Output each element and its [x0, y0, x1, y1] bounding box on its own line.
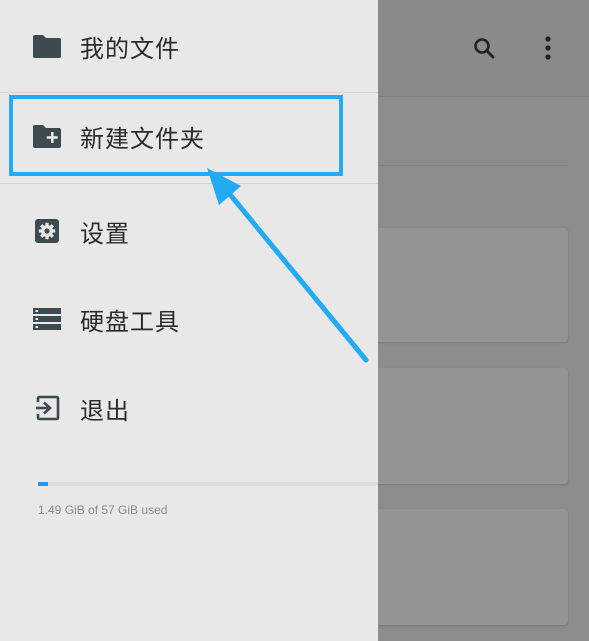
gear-icon [32, 216, 62, 246]
exit-icon [32, 393, 62, 423]
drawer-item-label: 硬盘工具 [80, 307, 180, 336]
search-icon[interactable] [470, 34, 498, 62]
drawer-item-my-files[interactable]: 我的文件 [0, 4, 378, 88]
drawer-item-exit[interactable]: 退出 [0, 366, 378, 450]
drawer-item-disk-tools[interactable]: 硬盘工具 [0, 277, 378, 361]
more-vert-icon[interactable] [534, 34, 562, 62]
bg-divider [378, 165, 568, 166]
drawer-item-settings[interactable]: 设置 [0, 189, 378, 273]
highlight-box [9, 95, 343, 176]
folder-icon [32, 31, 62, 61]
storage-icon [32, 304, 62, 334]
drawer-item-label: 设置 [80, 219, 130, 248]
drawer-divider [0, 92, 378, 93]
drawer-item-label: 我的文件 [80, 34, 180, 63]
storage-usage-text: 1.49 GiB of 57 GiB used [38, 503, 168, 517]
drawer-divider [0, 183, 378, 184]
storage-progress-fill [38, 482, 48, 486]
storage-progress-bar [38, 482, 378, 486]
drawer-item-label: 退出 [80, 396, 130, 425]
